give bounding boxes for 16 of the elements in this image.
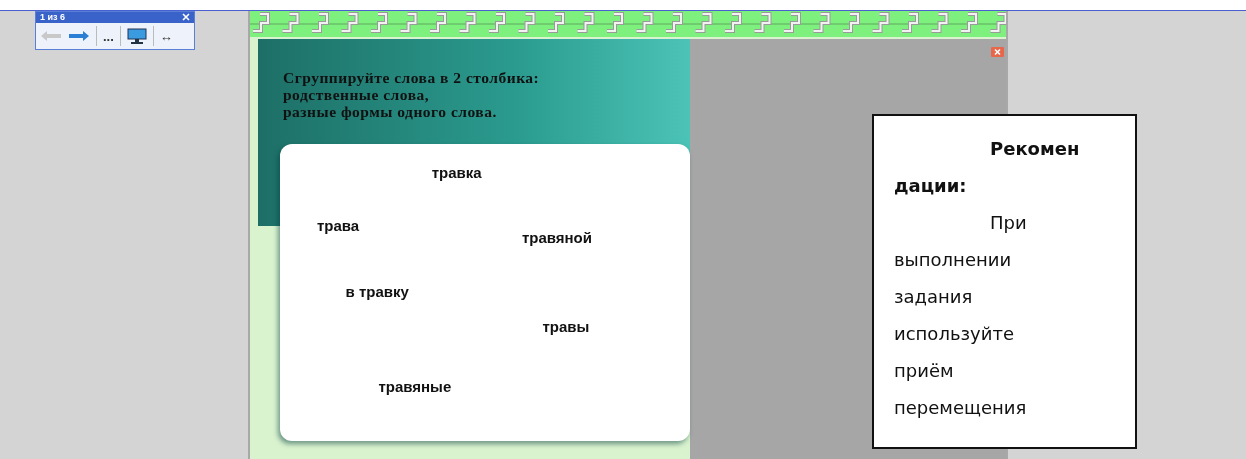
monitor-icon[interactable] xyxy=(126,28,147,44)
recommendation-heading: Рекомендации: xyxy=(894,137,1081,198)
toolbar-button[interactable]: ... xyxy=(103,29,114,43)
toolbar-title: 1 из 6 xyxy=(40,12,66,23)
task-text: Сгруппируйте слова в 2 столбика: родственные слова, разные формы одного слова. xyxy=(283,69,540,120)
word-tile[interactable]: травка xyxy=(431,161,482,185)
word-tile[interactable]: травяные xyxy=(378,375,452,399)
forward-arrow-icon[interactable] xyxy=(68,30,90,42)
recommendation-text: При выполнении задания используйте приём перемещения xyxy=(894,211,1028,420)
word-tile[interactable]: трава xyxy=(316,215,360,238)
word-tile[interactable]: травяной xyxy=(521,227,592,250)
close-icon[interactable] xyxy=(182,13,190,21)
close-icon[interactable] xyxy=(991,47,1004,57)
toolbar-button[interactable]: ↔ xyxy=(159,29,173,43)
word-tile[interactable]: травы xyxy=(542,316,590,339)
word-tile[interactable]: в травку xyxy=(345,280,409,304)
